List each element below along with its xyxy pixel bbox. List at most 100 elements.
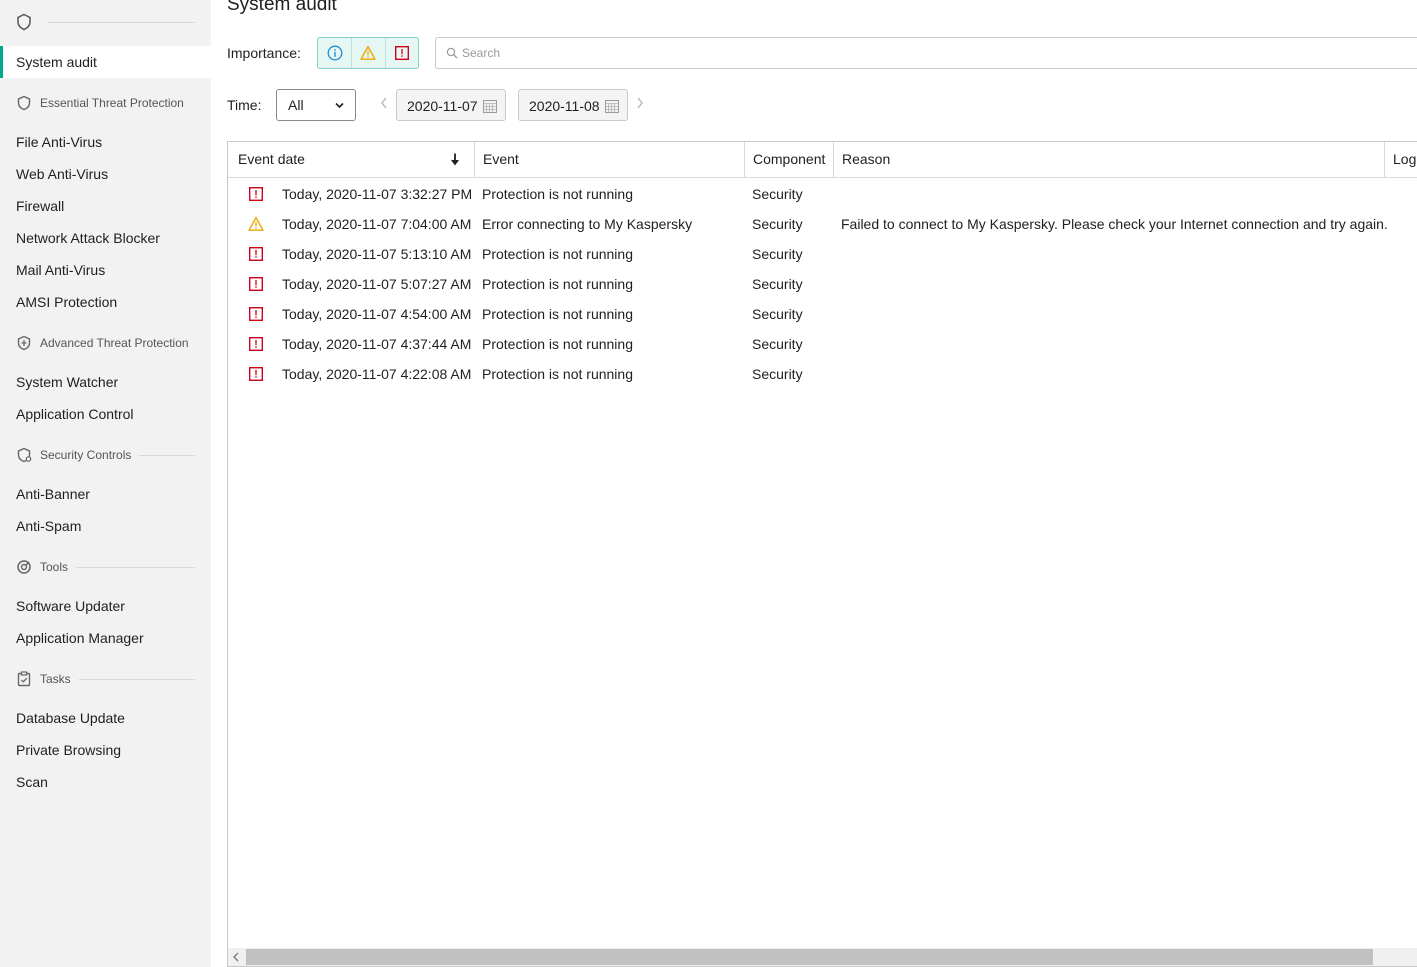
sidebar-item-label: Private Browsing [16,742,122,758]
search-input[interactable] [460,42,1360,64]
next-period-arrow-icon[interactable] [636,97,644,109]
section-title: Tasks [40,672,71,686]
event-date-cell: Today, 2020-11-07 4:22:08 AM [282,366,472,382]
shield-plus-icon [17,335,31,351]
sidebar-item-label: Firewall [16,198,65,214]
events-table: Event date Event Component Reason Log To… [227,141,1417,967]
sidebar-item-file-anti-virus[interactable]: File Anti-Virus [0,126,211,158]
table-row[interactable]: Today, 2020-11-07 4:37:44 AM Protection i… [228,329,1417,359]
sidebar-item-application-control[interactable]: Application Control [0,398,211,430]
column-header-label: Component [753,151,826,167]
event-date-cell: Today, 2020-11-07 5:07:27 AM [282,276,472,292]
sidebar-item-anti-banner[interactable]: Anti-Banner [0,478,211,510]
event-cell: Protection is not running [482,336,633,352]
column-header-label: Event date [238,151,305,167]
critical-icon [249,187,264,202]
importance-info-button[interactable] [318,38,351,68]
component-cell: Security [752,216,803,232]
divider [76,566,195,568]
sidebar-item-mail-anti-virus[interactable]: Mail Anti-Virus [0,254,211,286]
sidebar-item-label: File Anti-Virus [16,134,103,150]
search-field[interactable] [435,37,1417,69]
sidebar-item-firewall[interactable]: Firewall [0,190,211,222]
table-row[interactable]: Today, 2020-11-07 5:13:10 AM Protection i… [228,239,1417,269]
severity-cell [248,246,264,262]
time-label: Time: [227,97,262,113]
column-header-label: Reason [842,151,891,167]
event-cell: Protection is not running [482,246,633,262]
sidebar-item-label: Software Updater [16,598,125,614]
sidebar-item-label: Application Manager [16,630,144,646]
column-header-log[interactable]: Log [1384,142,1417,177]
calendar-icon [605,100,619,113]
scrollbar-thumb[interactable] [246,949,1373,965]
section-title: Essential Threat Protection [40,96,184,110]
calendar-icon [483,100,497,113]
sidebar-item-software-updater[interactable]: Software Updater [0,590,211,622]
table-row[interactable]: Today, 2020-11-07 4:22:08 AM Protection i… [228,359,1417,389]
sidebar-item-system-audit[interactable]: System audit [0,46,211,78]
column-header-event[interactable]: Event [474,142,744,177]
horizontal-scrollbar[interactable] [228,948,1417,966]
critical-icon [249,307,264,322]
importance-warning-button[interactable] [351,38,384,68]
time-dropdown[interactable]: All [276,89,356,121]
event-date-cell: Today, 2020-11-07 5:13:10 AM [282,246,472,262]
table-row[interactable]: Today, 2020-11-07 5:07:27 AM Protection i… [228,269,1417,299]
sidebar-item-database-update[interactable]: Database Update [0,702,211,734]
date-to-field[interactable]: 2020-11-08 [518,89,628,121]
event-cell: Error connecting to My Kaspersky [482,216,693,232]
event-cell: Protection is not running [482,366,633,382]
critical-icon [249,367,264,382]
table-row[interactable]: Today, 2020-11-07 4:54:00 AM Protection i… [228,299,1417,329]
page-title: System audit [227,0,337,15]
component-cell: Security [752,336,803,352]
sidebar-item-web-anti-virus[interactable]: Web Anti-Virus [0,158,211,190]
critical-icon [249,337,264,352]
event-cell: Protection is not running [482,306,633,322]
sidebar-item-anti-spam[interactable]: Anti-Spam [0,510,211,542]
warning-icon [360,45,377,60]
section-tools: Tools [0,555,211,579]
divider [139,454,195,456]
tools-icon [17,560,31,574]
severity-cell [248,186,264,202]
importance-critical-button[interactable] [384,38,418,68]
date-to-value: 2020-11-08 [529,98,600,114]
sidebar-item-network-attack-blocker[interactable]: Network Attack Blocker [0,222,211,254]
column-header-component[interactable]: Component [744,142,833,177]
sidebar-item-system-watcher[interactable]: System Watcher [0,366,211,398]
column-header-reason[interactable]: Reason [833,142,1384,177]
critical-icon [249,247,264,262]
sidebar-item-amsi-protection[interactable]: AMSI Protection [0,286,211,318]
column-header-event-date[interactable]: Event date [230,142,474,177]
sidebar-item-label: AMSI Protection [16,294,118,310]
section-security-controls: Security Controls [0,443,211,467]
search-icon [446,47,458,59]
importance-filter [317,37,419,69]
importance-label: Importance: [227,45,301,61]
severity-cell [248,336,264,352]
critical-icon [249,277,264,292]
sidebar-item-private-browsing[interactable]: Private Browsing [0,734,211,766]
event-date-cell: Today, 2020-11-07 4:54:00 AM [282,306,472,322]
date-from-value: 2020-11-07 [407,98,478,114]
table-row[interactable]: Today, 2020-11-07 7:04:00 AM Error connec… [228,209,1417,239]
sidebar-item-application-manager[interactable]: Application Manager [0,622,211,654]
sidebar-item-label: Scan [16,774,48,790]
table-row[interactable]: Today, 2020-11-07 3:32:27 PM Protection i… [228,179,1417,209]
event-cell: Protection is not running [482,276,633,292]
section-essential-threat-protection: Essential Threat Protection [0,91,211,115]
shield-half-icon [17,447,32,463]
divider [48,22,195,23]
component-cell: Security [752,246,803,262]
severity-cell [248,216,264,232]
date-from-field[interactable]: 2020-11-07 [396,89,506,121]
previous-period-arrow-icon[interactable] [380,97,388,109]
sidebar-item-scan[interactable]: Scan [0,766,211,798]
reason-cell: Failed to connect to My Kaspersky. Pleas… [841,216,1388,232]
scroll-left-arrow-icon[interactable] [232,952,240,962]
component-cell: Security [752,186,803,202]
section-tasks: Tasks [0,667,211,691]
table-header: Event date Event Component Reason Log [228,142,1417,178]
